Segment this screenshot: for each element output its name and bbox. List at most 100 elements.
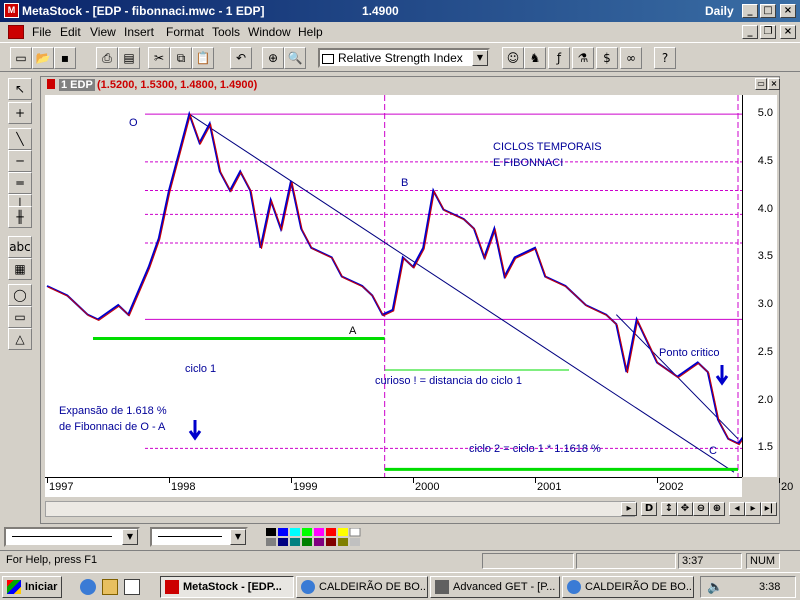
binoculars-icon[interactable]: ∞ [620, 47, 642, 69]
trendline-tool-icon[interactable]: ╲ [8, 128, 32, 150]
desktop-icon[interactable] [124, 579, 140, 595]
point-b-label: B [401, 177, 409, 189]
scroll-right-icon[interactable]: ▸ [621, 502, 637, 516]
line-weight-select[interactable]: ▼ [150, 527, 248, 547]
y-tick-label: 4.0 [757, 202, 773, 215]
minimize-button[interactable]: _ [742, 4, 758, 18]
crosshair-icon[interactable]: ⊕ [262, 47, 284, 69]
maximize-button[interactable]: □ [760, 4, 776, 18]
paste-icon[interactable]: 📋 [192, 47, 214, 69]
ie-icon[interactable] [80, 579, 96, 595]
formula-icon[interactable]: ƒ [548, 47, 570, 69]
menu-file[interactable]: File [32, 25, 51, 39]
ie-task-icon [301, 580, 315, 594]
metastock-app-icon[interactable]: M [4, 3, 19, 18]
advanced-get-icon [435, 580, 449, 594]
context-help-icon[interactable]: ? [654, 47, 676, 69]
ellipse-tool-icon[interactable]: ◯ [8, 284, 32, 306]
system-tester-icon[interactable]: ⚗ [572, 47, 594, 69]
save-icon[interactable]: ▪ [54, 47, 76, 69]
close-button[interactable]: × [780, 4, 796, 18]
menu-window[interactable]: Window [248, 25, 291, 39]
task-advanced-get-label: Advanced GET - [P... [453, 581, 556, 593]
last-value: 1.4900 [362, 4, 399, 18]
line-style-preview [12, 536, 112, 537]
x-tick-mark [413, 478, 414, 483]
cycle-lines-icon[interactable]: ╫ [8, 206, 32, 228]
x-tick-label: 1997 [49, 481, 74, 493]
pan-icon[interactable]: ✥ [677, 502, 693, 516]
menu-view[interactable]: View [90, 25, 116, 39]
date-icon[interactable]: D [641, 502, 657, 516]
print-icon[interactable]: ⎙ [96, 47, 118, 69]
menu-tools[interactable]: Tools [212, 25, 240, 39]
task-caldeirao-1[interactable]: CALDEIRÃO DE BO... [296, 576, 428, 598]
text-tool-icon[interactable]: abc [8, 236, 32, 258]
color-swatches[interactable] [266, 527, 364, 546]
chevron-down-icon[interactable]: ▼ [472, 50, 488, 66]
menu-edit[interactable]: Edit [60, 25, 81, 39]
down-arrow-icon [715, 365, 729, 386]
start-label: Iniciar [25, 581, 58, 593]
price-plot[interactable]: O B A C CICLOS TEMPORAIS E FIBONNACI cic… [45, 95, 771, 477]
outlook-icon[interactable] [102, 579, 118, 595]
horizontal-line-icon[interactable]: ─ [8, 150, 32, 172]
x-tick-mark [47, 478, 48, 483]
open-folder-icon[interactable]: 📂 [32, 47, 54, 69]
point-a-label: A [349, 325, 357, 337]
chevron-down-icon[interactable]: ▼ [230, 529, 246, 545]
end-icon[interactable]: ▸| [761, 502, 777, 516]
expert-advisor-icon[interactable]: ☺ [502, 47, 524, 69]
doc-minimize-button[interactable]: _ [742, 25, 758, 39]
cut-icon[interactable]: ✂ [148, 47, 170, 69]
page-right-icon[interactable]: ▸ [745, 502, 761, 516]
menu-format[interactable]: Format [166, 25, 204, 39]
task-metastock-label: MetaStock - [EDP... [183, 581, 282, 593]
line-style-select[interactable]: ▼ [4, 527, 140, 547]
menu-insert[interactable]: Insert [124, 25, 154, 39]
grid-tool-icon[interactable]: ▦ [8, 258, 32, 280]
task-advanced-get[interactable]: Advanced GET - [P... [430, 576, 560, 598]
chart-header: 1 EDP (1.5200, 1.5300, 1.4800, 1.4900) ▭… [41, 77, 780, 93]
page-left-icon[interactable]: ◂ [729, 502, 745, 516]
task-caldeirao-2[interactable]: CALDEIRÃO DE BO... [562, 576, 694, 598]
ie-task-icon [567, 580, 581, 594]
expansao-line1: Expansão de 1.618 % [59, 405, 167, 417]
rectangle-tool-icon[interactable]: ▭ [8, 306, 32, 328]
document-icon[interactable] [8, 25, 24, 39]
bottom-format-bar: ▼ ▼ [0, 524, 800, 550]
crosshair-tool-icon[interactable]: + [8, 102, 32, 124]
task-caldeirao-1-label: CALDEIRÃO DE BO... [319, 581, 428, 593]
print-preview-icon[interactable]: ▤ [118, 47, 140, 69]
new-icon[interactable]: ▭ [10, 47, 32, 69]
scroll-mode-icon[interactable]: ↕ [661, 502, 677, 516]
parallel-lines-icon[interactable]: ═ [8, 172, 32, 194]
explorer-icon[interactable]: ♞ [524, 47, 546, 69]
menu-help[interactable]: Help [298, 25, 323, 39]
zoom-in-icon[interactable]: ⊕ [709, 502, 725, 516]
pointer-icon[interactable]: ↖ [8, 78, 32, 100]
toolbar: ▭ 📂 ▪ ⎙ ▤ ✂ ⧉ 📋 ↶ ⊕ 🔍 Relative Strength … [0, 42, 800, 72]
task-metastock[interactable]: MetaStock - [EDP... [160, 576, 294, 598]
system-tray: 🔈 3:38 [700, 576, 796, 598]
zoom-icon[interactable]: 🔍 [284, 47, 306, 69]
doc-restore-button[interactable]: ❐ [760, 25, 776, 39]
x-tick-mark [535, 478, 536, 483]
chart-restore-icon[interactable]: ▭ [755, 78, 767, 90]
status-pane-2 [576, 553, 676, 569]
chevron-down-icon[interactable]: ▼ [122, 529, 138, 545]
copy-icon[interactable]: ⧉ [170, 47, 192, 69]
chart-close-icon[interactable]: × [768, 78, 780, 90]
zoom-out-icon[interactable]: ⊖ [693, 502, 709, 516]
horizontal-scrollbar[interactable] [45, 501, 635, 517]
dollar-icon[interactable]: $ [596, 47, 618, 69]
periodicity-label: Daily [705, 4, 734, 18]
undo-icon[interactable]: ↶ [230, 47, 252, 69]
y-tick-label: 2.0 [757, 393, 773, 406]
triangle-tool-icon[interactable]: △ [8, 328, 32, 350]
doc-close-button[interactable]: × [780, 25, 796, 39]
color-palette [266, 527, 364, 546]
volume-icon[interactable]: 🔈 [707, 579, 723, 595]
indicator-select[interactable]: Relative Strength Index ▼ [318, 48, 490, 68]
start-button[interactable]: Iniciar [2, 576, 62, 598]
